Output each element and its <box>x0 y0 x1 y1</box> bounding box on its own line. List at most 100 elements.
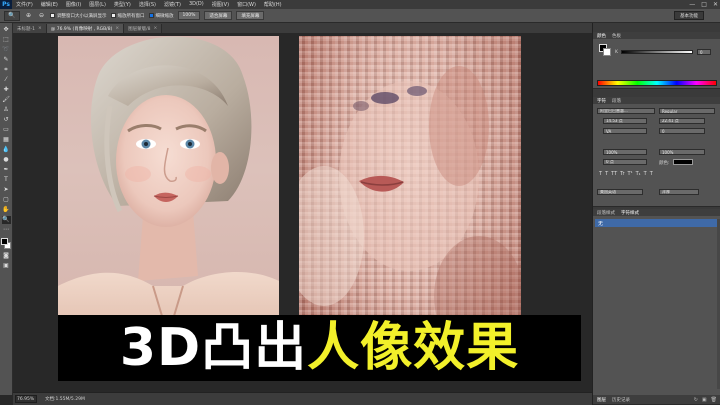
more-tools-icon[interactable]: ⋯ <box>2 226 11 234</box>
kerning-field[interactable]: VA <box>603 128 647 134</box>
move-tool-icon[interactable]: ✥ <box>2 26 11 34</box>
vertical-scale-field[interactable]: 100% <box>603 149 647 155</box>
option-resize-windows[interactable]: 调整窗口大小以满屏显示 <box>50 13 107 19</box>
tab-document-1[interactable]: 未标题-1 × <box>13 24 47 33</box>
panel-background-swatch[interactable] <box>603 48 611 56</box>
brush-tool-icon[interactable]: 🖌 <box>2 96 11 104</box>
color-spectrum-ramp[interactable] <box>597 80 717 86</box>
menu-item[interactable]: 图像(I) <box>62 1 85 8</box>
menu-item[interactable]: 类型(Y) <box>110 1 135 8</box>
menu-item[interactable]: 滤镜(T) <box>160 1 185 8</box>
actual-pixels-button[interactable]: 100% <box>177 11 201 20</box>
horizontal-scale-field[interactable]: 100% <box>659 149 705 155</box>
menu-item[interactable]: 图层(L) <box>85 1 110 8</box>
tab-color[interactable]: 颜色 <box>597 33 606 39</box>
text-color-swatch[interactable] <box>673 159 693 165</box>
close-tab-icon[interactable]: × <box>38 26 42 31</box>
crop-tool-icon[interactable]: ⌗ <box>2 66 11 74</box>
font-size-field[interactable]: 14.53 点 <box>603 118 647 124</box>
zoom-tool-icon[interactable]: 🔍 <box>1 216 11 224</box>
menu-item[interactable]: 帮助(H) <box>260 1 286 8</box>
workspace-select[interactable]: 基本功能 <box>674 11 704 20</box>
text-format-button[interactable]: T <box>605 171 608 177</box>
close-tab-icon[interactable]: × <box>154 26 158 31</box>
font-style-select[interactable]: Regular <box>659 108 715 114</box>
menu-bar: Ps 文件(F) 编辑(E) 图像(I) 图层(L) 类型(Y) 选择(S) 滤镜(T) 3D… <box>0 0 720 9</box>
new-style-icon[interactable]: ↻ <box>694 397 698 403</box>
tracking-field[interactable]: 0 <box>659 128 705 134</box>
dodge-tool-icon[interactable]: ● <box>2 156 11 164</box>
checkbox[interactable] <box>50 13 55 18</box>
gray-slider-track[interactable] <box>620 50 693 54</box>
tab-paragraph-styles[interactable]: 段落样式 <box>597 210 615 216</box>
quick-mask-icon[interactable]: ◙ <box>2 252 11 260</box>
menu-item[interactable]: 视图(V) <box>208 1 233 8</box>
close-icon[interactable]: ✕ <box>713 1 718 8</box>
zoom-out-icon[interactable]: ⊖ <box>37 12 46 20</box>
canvas-area[interactable]: 3D凸出 人像效果 <box>13 33 592 395</box>
healing-brush-tool-icon[interactable]: ✚ <box>2 86 11 94</box>
clone-stamp-tool-icon[interactable]: ♙ <box>2 106 11 114</box>
gray-value-field[interactable]: 0 <box>696 49 711 55</box>
close-tab-icon[interactable]: × <box>115 26 119 31</box>
zoom-level-field[interactable]: 76.95% <box>15 395 37 403</box>
quick-select-tool-icon[interactable]: ✎ <box>2 56 11 64</box>
blur-tool-icon[interactable]: 💧 <box>2 146 11 154</box>
option-scrubby-zoom[interactable]: 细微缩放 <box>148 13 174 19</box>
text-format-button[interactable]: T <box>650 171 653 177</box>
gradient-tool-icon[interactable]: ▦ <box>2 136 11 144</box>
tab-character-styles[interactable]: 字符样式 <box>621 210 639 216</box>
marquee-tool-icon[interactable]: ⬚ <box>2 36 11 44</box>
tab-history[interactable]: 历史记录 <box>612 397 630 403</box>
menu-item[interactable]: 选择(S) <box>135 1 160 8</box>
eyedropper-tool-icon[interactable]: ⁄ <box>2 76 11 84</box>
shape-tool-icon[interactable]: ▢ <box>2 196 11 204</box>
text-format-button[interactable]: T₁ <box>636 171 641 177</box>
language-select[interactable]: 美国英语 <box>597 189 643 195</box>
tab-document-2[interactable]: @ 76.9% (肖像映射 , RGB/8) × <box>46 24 125 33</box>
history-brush-tool-icon[interactable]: ↺ <box>2 116 11 124</box>
text-format-button[interactable]: Tr <box>620 171 624 177</box>
fill-screen-button[interactable]: 填充屏幕 <box>236 11 265 20</box>
path-select-tool-icon[interactable]: ➤ <box>2 186 11 194</box>
anti-alias-select[interactable]: 浑厚 <box>659 189 699 195</box>
fit-screen-button[interactable]: 适合屏幕 <box>204 11 233 20</box>
eraser-tool-icon[interactable]: ▭ <box>2 126 11 134</box>
pen-tool-icon[interactable]: ✒ <box>2 166 11 174</box>
tab-document-3[interactable]: 图层蒙版/8 × <box>124 24 163 33</box>
color-swatches[interactable] <box>0 238 12 250</box>
option-zoom-all[interactable]: 缩放所有窗口 <box>110 13 145 19</box>
leading-field[interactable]: 22.41 点 <box>659 118 705 124</box>
menu-item[interactable]: 窗口(W) <box>233 1 260 8</box>
tab-layers[interactable]: 图层 <box>597 397 606 403</box>
checkbox[interactable] <box>148 13 154 18</box>
text-format-button[interactable]: T <box>644 171 647 177</box>
photoshop-logo: Ps <box>0 0 12 9</box>
hand-tool-icon[interactable]: ✋ <box>2 206 11 214</box>
checkbox[interactable] <box>110 13 116 18</box>
minimize-icon[interactable]: — <box>689 1 695 8</box>
new-item-icon[interactable]: ▣ <box>702 397 707 403</box>
foreground-color-swatch[interactable] <box>0 238 8 245</box>
zoom-tool-preset-icon[interactable]: 🔍 <box>4 10 20 21</box>
tab-paragraph[interactable]: 段落 <box>612 98 621 104</box>
style-list-item[interactable]: 无 <box>595 219 719 227</box>
lasso-tool-icon[interactable]: ➰ <box>2 46 11 54</box>
font-family-select[interactable]: 阿里巴巴普惠... <box>597 108 655 114</box>
trash-icon[interactable]: 🗑 <box>711 397 717 403</box>
screen-mode-icon[interactable]: ▣ <box>2 262 11 270</box>
text-format-button[interactable]: T <box>599 171 602 177</box>
menu-item[interactable]: 文件(F) <box>12 1 37 8</box>
maximize-icon[interactable]: □ <box>701 1 707 8</box>
tab-character[interactable]: 字符 <box>597 98 606 104</box>
text-format-button[interactable]: TT <box>611 171 617 177</box>
baseline-shift-field[interactable]: 0 点 <box>603 159 647 165</box>
menu-item[interactable]: 编辑(E) <box>37 1 62 8</box>
zoom-in-icon[interactable]: ⊕ <box>24 12 33 20</box>
text-format-button[interactable]: T¹ <box>628 171 633 177</box>
tab-swatches[interactable]: 色板 <box>612 33 621 39</box>
title-banner: 3D凸出 人像效果 <box>58 315 581 381</box>
gray-slider[interactable]: K 0 <box>615 49 711 55</box>
type-tool-icon[interactable]: T <box>2 176 11 184</box>
menu-item[interactable]: 3D(D) <box>185 1 208 8</box>
